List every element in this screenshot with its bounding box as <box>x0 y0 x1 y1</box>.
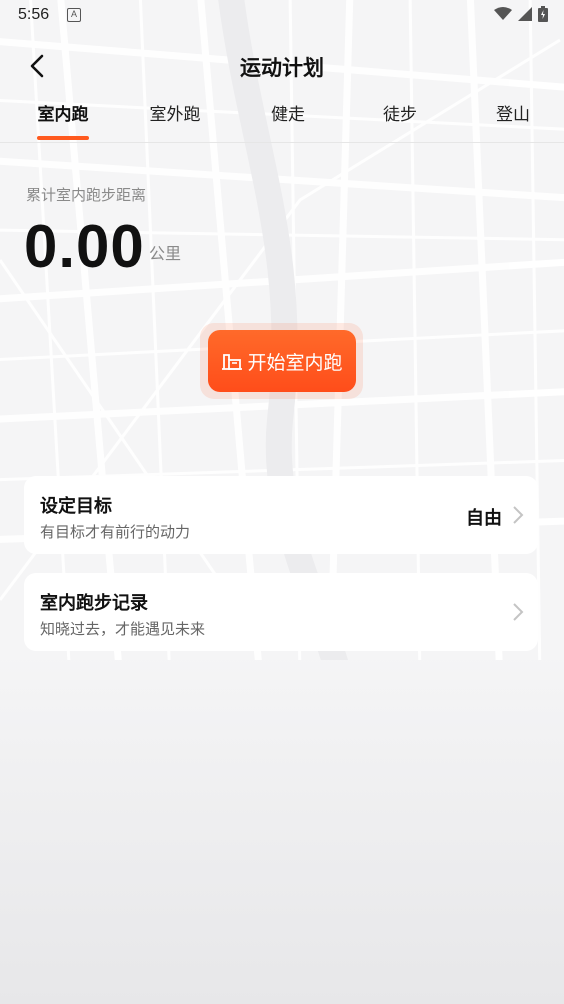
distance-value: 0.00 <box>24 213 145 280</box>
start-button-halo: 开始室内跑 <box>200 323 363 399</box>
goal-subtitle: 有目标才有前行的动力 <box>40 523 191 541</box>
chevron-right-icon <box>513 603 524 621</box>
status-bar: 5:56 A <box>0 0 564 32</box>
top-nav: 运动计划 <box>0 44 564 90</box>
status-icons <box>494 6 548 22</box>
goal-card[interactable]: 设定目标 有目标才有前行的动力 自由 <box>24 476 538 554</box>
tab-walk[interactable]: 健走 <box>248 100 328 125</box>
goal-value: 自由 <box>466 508 502 529</box>
notification-icon: A <box>67 8 81 22</box>
goal-title: 设定目标 <box>40 496 112 517</box>
distance-unit: 公里 <box>149 244 182 263</box>
start-button-label: 开始室内跑 <box>247 351 343 374</box>
treadmill-icon <box>222 354 243 370</box>
sport-tabs: 室内跑 室外跑 健走 徒步 登山 <box>0 96 564 143</box>
battery-icon <box>538 6 548 22</box>
signal-icon <box>518 7 532 21</box>
record-title: 室内跑步记录 <box>40 593 148 614</box>
record-subtitle: 知晓过去，才能遇见未来 <box>40 620 206 638</box>
wifi-icon <box>494 7 512 20</box>
start-indoor-run-button[interactable]: 开始室内跑 <box>208 330 356 392</box>
tab-hike[interactable]: 徒步 <box>360 100 440 125</box>
status-time: 5:56 <box>18 6 50 23</box>
record-card[interactable]: 室内跑步记录 知晓过去，才能遇见未来 <box>24 573 538 651</box>
chevron-right-icon <box>513 506 524 524</box>
tab-outdoor-run[interactable]: 室外跑 <box>135 100 215 125</box>
distance-label: 累计室内跑步距离 <box>26 186 147 204</box>
page-title: 运动计划 <box>240 56 324 80</box>
tab-climb[interactable]: 登山 <box>473 100 553 125</box>
tab-indicator <box>37 136 89 140</box>
tab-indoor-run[interactable]: 室内跑 <box>23 100 103 125</box>
